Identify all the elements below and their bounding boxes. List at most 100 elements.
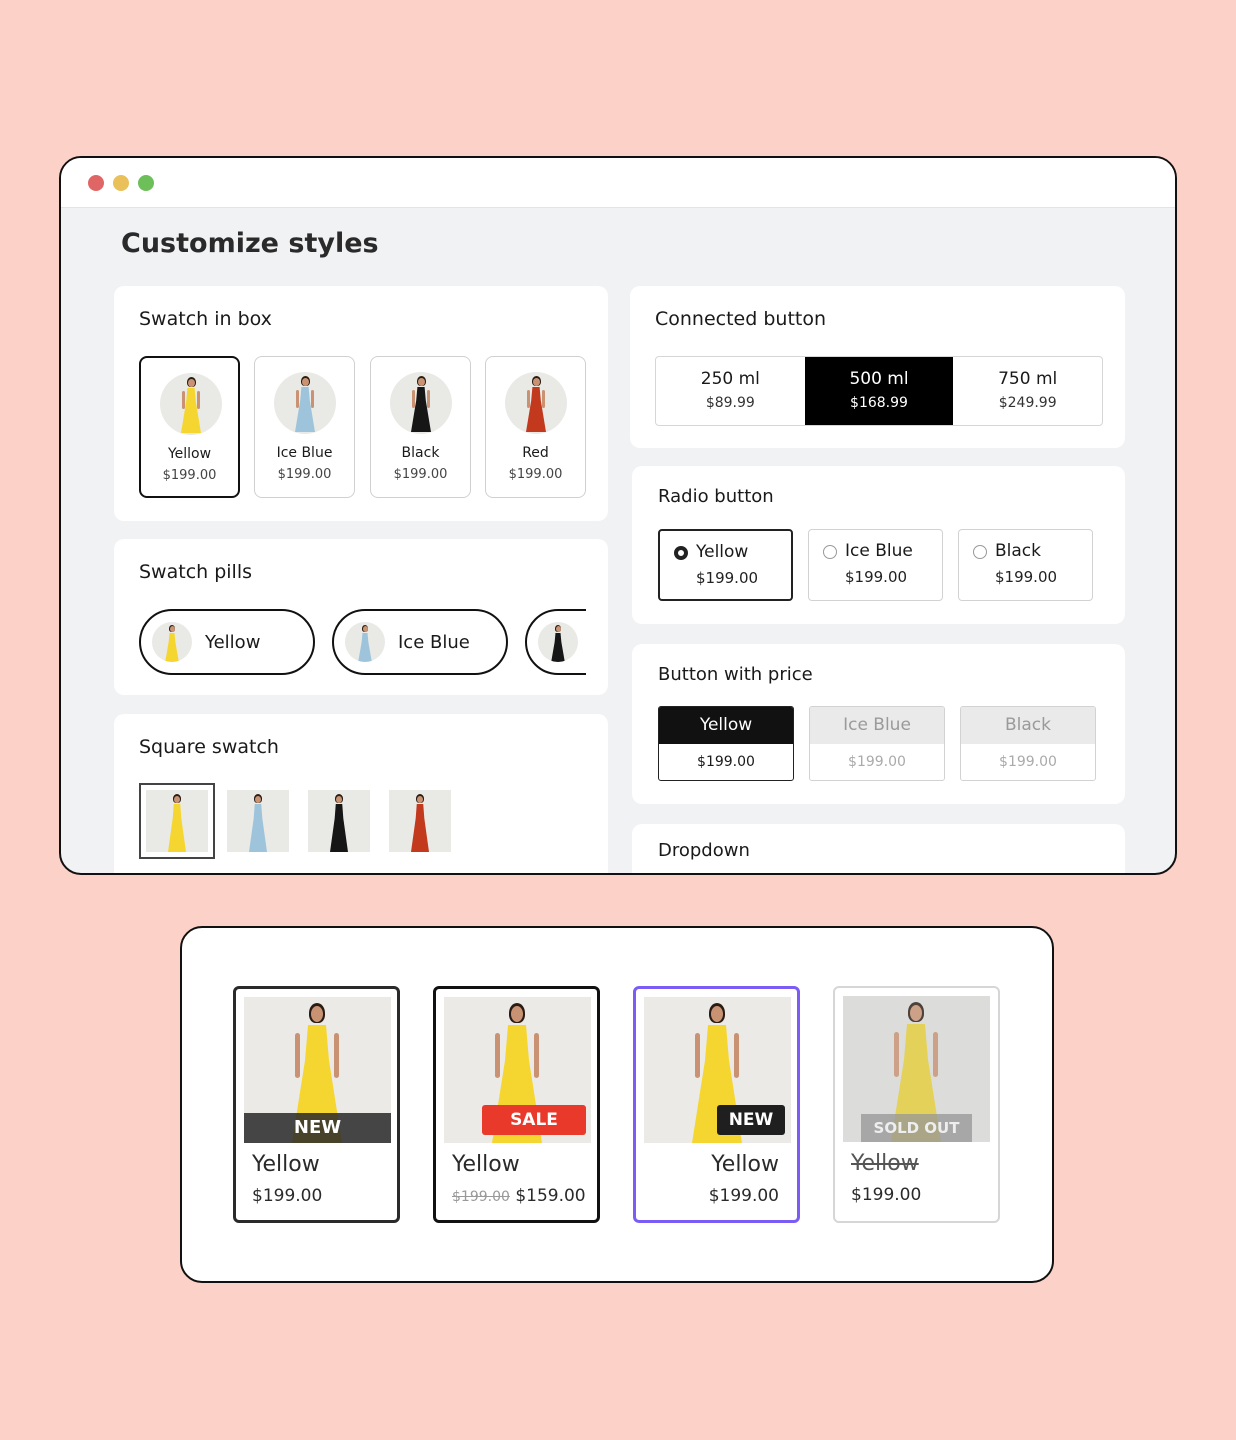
original-price: $199.00 — [452, 1189, 510, 1205]
pill-label: Yellow — [205, 632, 261, 653]
radio-black[interactable]: Black $199.00 — [958, 529, 1093, 601]
swatch-in-box-title: Swatch in box — [139, 308, 272, 330]
swatch-pills-card: Swatch pills Yellow Ice Blue — [114, 539, 608, 695]
price-button-ice-blue[interactable]: Ice Blue $199.00 — [809, 706, 945, 781]
maximize-window-icon[interactable] — [138, 175, 154, 191]
option-price: $249.99 — [998, 395, 1057, 411]
option-price: $168.99 — [850, 395, 908, 411]
red-dress-icon — [505, 372, 567, 434]
square-swatch-yellow[interactable] — [139, 783, 215, 859]
price-button-yellow[interactable]: Yellow $199.00 — [658, 706, 794, 781]
radio-circle-icon — [973, 545, 987, 559]
option-750ml-button[interactable]: 750 ml $249.99 — [953, 357, 1102, 425]
swatch-box-price: $199.00 — [508, 467, 563, 482]
radio-button-card: Radio button Yellow $199.00 Ice Blue $19… — [632, 466, 1125, 624]
square-swatch-red[interactable] — [389, 790, 451, 852]
radio-label: Yellow — [696, 542, 749, 562]
black-dress-icon — [538, 622, 578, 662]
product-title: Yellow — [452, 1152, 520, 1177]
option-label: 500 ml — [849, 369, 909, 389]
radio-price: $199.00 — [696, 569, 759, 587]
price-button-black[interactable]: Black $199.00 — [960, 706, 1096, 781]
dropdown-title: Dropdown — [658, 840, 750, 861]
swatch-box-name: Black — [401, 445, 440, 461]
pill-ice-blue[interactable]: Ice Blue — [332, 609, 508, 675]
option-250ml-button[interactable]: 250 ml $89.99 — [656, 357, 805, 425]
radio-ice-blue[interactable]: Ice Blue $199.00 — [808, 529, 943, 601]
swatch-box-name: Red — [522, 445, 549, 461]
radio-label: Ice Blue — [845, 541, 913, 561]
page-title: Customize styles — [121, 228, 379, 259]
product-card-sold-out[interactable]: SOLD OUT Yellow $199.00 — [833, 986, 1000, 1223]
product-image: NEW — [244, 997, 391, 1143]
option-500ml-button[interactable]: 500 ml $168.99 — [804, 357, 954, 425]
button-with-price-title: Button with price — [658, 664, 813, 685]
option-label: 750 ml — [998, 369, 1058, 389]
price-button-label: Ice Blue — [810, 707, 944, 744]
product-price: $199.00 — [851, 1185, 922, 1205]
product-card-sale[interactable]: SALE Yellow $199.00 $159.00 — [433, 986, 600, 1223]
radio-circle-icon — [674, 546, 688, 560]
swatch-box-yellow[interactable]: Yellow $199.00 — [139, 356, 240, 498]
yellow-dress-icon — [152, 622, 192, 662]
product-image: NEW — [644, 997, 791, 1143]
title-bar — [61, 158, 1175, 208]
sale-badge: SALE — [482, 1105, 586, 1135]
ice-blue-dress-icon — [345, 622, 385, 662]
square-swatch-title: Square swatch — [139, 736, 279, 758]
product-price: $199.00 — [252, 1186, 323, 1206]
swatch-box-ice-blue[interactable]: Ice Blue $199.00 — [254, 356, 355, 498]
radio-button-title: Radio button — [658, 486, 774, 507]
connected-button-title: Connected button — [655, 308, 827, 330]
close-window-icon[interactable] — [88, 175, 104, 191]
button-with-price-card: Button with price Yellow $199.00 Ice Blu… — [632, 644, 1125, 804]
radio-circle-icon — [823, 545, 837, 559]
product-cards-panel: NEW Yellow $199.00 SALE Yellow $199.00 $… — [180, 926, 1054, 1283]
product-title: Yellow — [711, 1152, 779, 1177]
swatch-box-name: Yellow — [167, 446, 212, 462]
swatch-box-price: $199.00 — [277, 467, 332, 482]
ice-blue-dress-icon — [274, 372, 336, 434]
radio-yellow[interactable]: Yellow $199.00 — [658, 529, 793, 601]
pill-black[interactable] — [525, 609, 586, 675]
price-button-price: $199.00 — [848, 754, 906, 770]
product-card-new[interactable]: NEW Yellow $199.00 — [233, 986, 400, 1223]
radio-price: $199.00 — [995, 568, 1058, 586]
square-swatch-card: Square swatch — [114, 714, 608, 873]
option-price: $89.99 — [705, 395, 755, 411]
new-badge: NEW — [244, 1113, 391, 1143]
product-title: Yellow — [252, 1152, 320, 1177]
price-button-price: $199.00 — [697, 754, 755, 770]
sale-price: $159.00 — [515, 1186, 586, 1206]
swatch-in-box-card: Swatch in box Yellow $199.00 Ice Blue $1… — [114, 286, 608, 521]
pill-label: Ice Blue — [398, 632, 470, 653]
swatch-box-red[interactable]: Red $199.00 — [485, 356, 586, 498]
connected-button-card: Connected button 250 ml $89.99 500 ml $1… — [630, 286, 1125, 448]
swatch-box-black[interactable]: Black $199.00 — [370, 356, 471, 498]
price-button-label: Yellow — [659, 707, 793, 744]
square-swatch-ice-blue[interactable] — [227, 790, 289, 852]
connected-button-group: 250 ml $89.99 500 ml $168.99 750 ml $249… — [655, 356, 1103, 426]
price-button-label: Black — [961, 707, 1095, 744]
product-price-row: $199.00 $159.00 — [452, 1186, 586, 1206]
swatch-box-price: $199.00 — [162, 468, 217, 483]
dropdown-card: Dropdown — [632, 824, 1125, 873]
swatch-box-name: Ice Blue — [276, 445, 333, 461]
square-swatch-black[interactable] — [308, 790, 370, 852]
swatch-box-price: $199.00 — [393, 467, 448, 482]
product-title: Yellow — [851, 1151, 919, 1176]
yellow-dress-icon — [160, 373, 222, 435]
black-dress-icon — [390, 372, 452, 434]
product-card-new-selected[interactable]: NEW Yellow $199.00 — [633, 986, 800, 1223]
radio-price: $199.00 — [845, 568, 908, 586]
radio-label: Black — [995, 541, 1041, 561]
new-badge: NEW — [717, 1105, 785, 1135]
sold-out-badge: SOLD OUT — [861, 1114, 972, 1142]
minimize-window-icon[interactable] — [113, 175, 129, 191]
product-image: SOLD OUT — [843, 996, 990, 1142]
option-label: 250 ml — [700, 369, 760, 389]
app-window: Customize styles Swatch in box Yellow $1… — [59, 156, 1177, 875]
pill-yellow[interactable]: Yellow — [139, 609, 315, 675]
product-image: SALE — [444, 997, 591, 1143]
pills-scroller: Yellow Ice Blue — [114, 539, 586, 695]
